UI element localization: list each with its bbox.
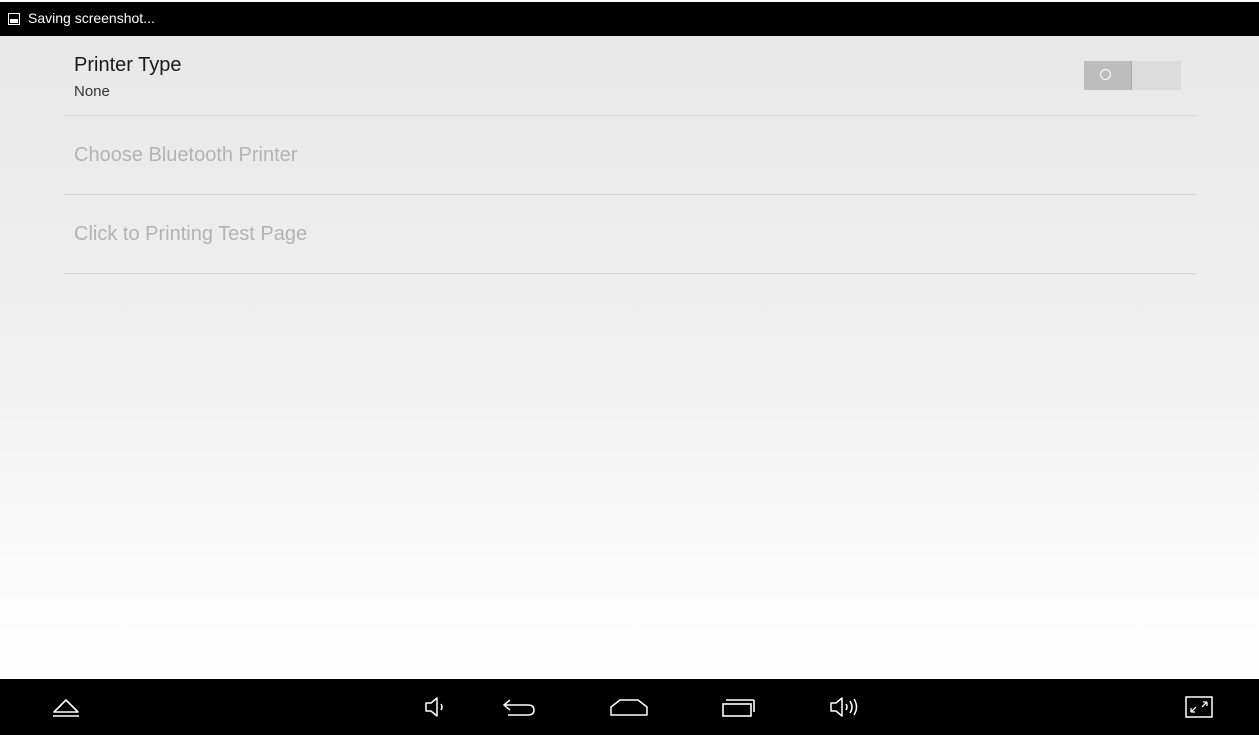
volume-down-button[interactable] bbox=[417, 693, 457, 721]
home-icon bbox=[608, 696, 650, 718]
volume-up-button[interactable] bbox=[827, 693, 867, 721]
choose-bluetooth-printer-preference[interactable]: Choose Bluetooth Printer bbox=[64, 116, 1196, 195]
printer-type-preference[interactable]: Printer Type None bbox=[64, 36, 1196, 116]
printer-type-toggle[interactable] bbox=[1084, 61, 1181, 90]
volume-up-icon bbox=[827, 695, 867, 719]
navigation-bar bbox=[0, 679, 1259, 735]
screenshot-button[interactable] bbox=[1179, 693, 1219, 721]
hide-nav-icon bbox=[51, 697, 81, 717]
printing-test-page-title: Click to Printing Test Page bbox=[74, 223, 308, 245]
printing-test-page-preference[interactable]: Click to Printing Test Page bbox=[64, 195, 1196, 274]
notification-text: Saving screenshot... bbox=[28, 10, 155, 26]
home-button[interactable] bbox=[609, 693, 649, 721]
status-bar-top-edge bbox=[0, 0, 1259, 2]
off-icon bbox=[1100, 69, 1111, 80]
volume-down-icon bbox=[422, 695, 452, 719]
hide-nav-button[interactable] bbox=[46, 693, 86, 721]
recent-apps-icon bbox=[718, 696, 758, 718]
notification[interactable]: Saving screenshot... bbox=[8, 0, 155, 36]
toggle-thumb bbox=[1084, 61, 1132, 90]
back-icon bbox=[500, 696, 540, 718]
image-icon bbox=[8, 12, 20, 25]
printer-type-summary: None bbox=[74, 83, 110, 100]
choose-bluetooth-printer-title: Choose Bluetooth Printer bbox=[74, 144, 298, 166]
back-button[interactable] bbox=[500, 693, 540, 721]
recent-apps-button[interactable] bbox=[718, 693, 758, 721]
printer-type-title: Printer Type bbox=[74, 54, 182, 76]
screenshot-icon bbox=[1183, 694, 1215, 720]
status-bar: Saving screenshot... bbox=[0, 0, 1259, 36]
settings-list: Printer Type None Choose Bluetooth Print… bbox=[0, 36, 1259, 679]
